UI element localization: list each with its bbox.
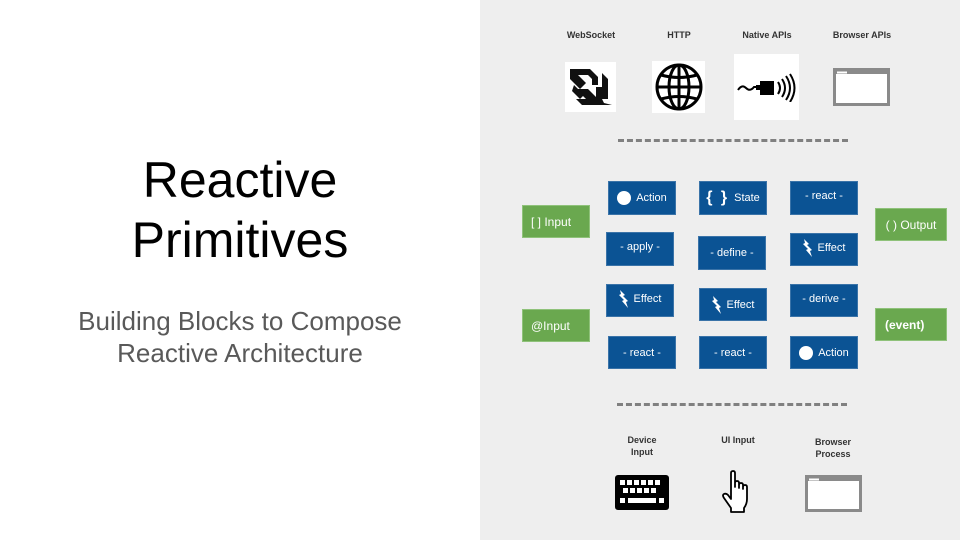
subtitle-line-2: Reactive Architecture bbox=[117, 338, 363, 368]
primitive-label: - react - bbox=[623, 346, 661, 359]
primitive-action: Action bbox=[790, 336, 858, 369]
browser-window-icon bbox=[833, 68, 890, 106]
primitive-label: Effect bbox=[633, 293, 662, 305]
source-label-native-apis: Native APIs bbox=[742, 30, 792, 40]
output-box-parens: ( ) Output bbox=[875, 208, 947, 241]
primitive-label: Effect bbox=[817, 242, 846, 254]
dashed-divider-bottom bbox=[617, 403, 847, 406]
source-label-ui-input: UI Input bbox=[703, 434, 773, 446]
primitive-effect: Effect bbox=[790, 233, 858, 266]
primitive-react: - react - bbox=[699, 336, 767, 369]
title-line-2: Primitives bbox=[131, 212, 349, 268]
output-label: (event) bbox=[885, 317, 925, 332]
primitive-derive: - derive - bbox=[790, 284, 858, 317]
label-line: Device bbox=[627, 435, 657, 445]
lightning-icon bbox=[802, 239, 813, 257]
hand-pointer-icon bbox=[721, 470, 755, 513]
primitive-label: Action bbox=[636, 192, 667, 204]
primitive-label: Action bbox=[818, 346, 849, 359]
keyboard-icon bbox=[615, 475, 669, 510]
speaker-plug-icon bbox=[734, 54, 799, 120]
subtitle-line-1: Building Blocks to Compose bbox=[78, 306, 402, 336]
primitive-state: { } State bbox=[699, 181, 767, 215]
label-line: Input bbox=[631, 447, 653, 457]
source-label-http: HTTP bbox=[667, 30, 691, 40]
source-label-browser-process: Browser Process bbox=[798, 436, 868, 460]
globe-icon bbox=[652, 61, 705, 113]
circle-icon bbox=[617, 191, 632, 205]
primitive-label: - react - bbox=[805, 190, 843, 202]
primitive-action: Action bbox=[608, 181, 676, 215]
primitive-label: Effect bbox=[726, 298, 755, 311]
label-line: Browser bbox=[814, 437, 851, 447]
lightning-icon bbox=[618, 290, 629, 308]
dashed-divider-top bbox=[618, 139, 848, 142]
input-box-decorator: @Input bbox=[522, 309, 590, 342]
lightning-icon bbox=[711, 295, 722, 314]
label-line: Process bbox=[815, 449, 851, 459]
output-box-event: (event) bbox=[875, 308, 947, 341]
slide-subtitle: Building Blocks to Compose Reactive Arch… bbox=[0, 305, 480, 369]
websocket-icon bbox=[565, 62, 616, 112]
source-label-browser-apis: Browser APIs bbox=[832, 30, 892, 40]
primitive-effect: Effect bbox=[699, 288, 767, 321]
braces-icon: { } bbox=[706, 189, 730, 206]
primitive-apply: - apply - bbox=[606, 232, 674, 266]
input-label: [ ] Input bbox=[531, 214, 572, 229]
primitive-effect: Effect bbox=[606, 284, 674, 317]
title-line-1: Reactive bbox=[142, 152, 338, 208]
primitive-label: - derive - bbox=[802, 292, 846, 305]
circle-icon bbox=[799, 345, 814, 360]
input-box-brackets: [ ] Input bbox=[522, 205, 590, 238]
slide-title: Reactive Primitives bbox=[0, 150, 480, 270]
output-label: ( ) Output bbox=[885, 217, 937, 232]
title-panel: Reactive Primitives Building Blocks to C… bbox=[0, 0, 480, 540]
primitive-react: - react - bbox=[608, 336, 676, 369]
browser-window-icon bbox=[805, 475, 862, 512]
input-label: @Input bbox=[531, 318, 570, 333]
primitive-react: - react - bbox=[790, 181, 858, 215]
primitive-label: State bbox=[734, 192, 760, 204]
source-label-websocket: WebSocket bbox=[566, 30, 616, 40]
primitive-define: - define - bbox=[698, 236, 766, 270]
primitive-label: - apply - bbox=[620, 241, 660, 253]
primitive-label: - define - bbox=[710, 247, 754, 259]
source-label-device-input: Device Input bbox=[607, 434, 677, 458]
primitive-label: - react - bbox=[714, 346, 752, 359]
label-line: UI Input bbox=[721, 435, 755, 445]
